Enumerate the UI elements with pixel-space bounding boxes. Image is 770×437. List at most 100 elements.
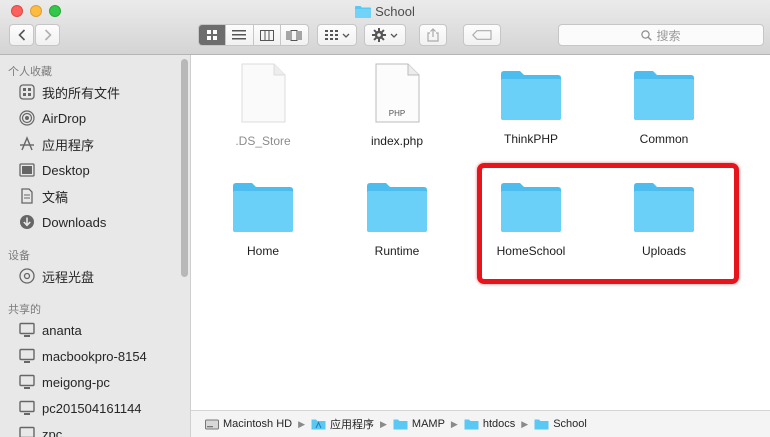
disc-icon: [18, 267, 36, 285]
view-mode-control: [198, 24, 309, 46]
sidebar-scrollbar[interactable]: [181, 59, 188, 277]
applications-icon: [18, 135, 36, 153]
back-button[interactable]: [9, 24, 34, 46]
sidebar-header-shared: 共享的: [8, 304, 41, 316]
icon-view-button[interactable]: [199, 25, 227, 45]
chevron-left-icon: [17, 29, 25, 41]
document-icon: [241, 63, 286, 123]
arrange-grid-icon: [324, 30, 338, 40]
tags-button[interactable]: [463, 24, 501, 46]
arrange-button[interactable]: [317, 24, 357, 46]
sidebar-item-label: Desktop: [42, 162, 90, 178]
folder-icon: [464, 419, 479, 430]
sidebar-item-airdrop[interactable]: AirDrop: [18, 108, 86, 128]
all-files-icon: [18, 83, 36, 101]
folder-icon: [233, 183, 293, 232]
applications-folder-icon: [311, 419, 326, 430]
sidebar-item-label: macbookpro-8154: [42, 348, 147, 364]
file-name: Home: [246, 244, 279, 258]
sidebar-item-label: zpc: [42, 426, 63, 437]
sidebar-item-label: 应用程序: [42, 137, 95, 153]
computer-icon: [18, 399, 36, 417]
sidebar-item-label: pc201504161144: [42, 400, 142, 416]
hard-drive-icon: [205, 419, 219, 430]
search-placeholder: 搜索: [656, 28, 681, 43]
desktop-icon: [18, 161, 36, 179]
path-crumb-mamp[interactable]: MAMP: [393, 418, 445, 430]
sidebar: 个人收藏 我的所有文件 AirDrop 应用程序 Desktop 文稿 Down…: [0, 55, 191, 437]
chevron-down-icon: [390, 33, 398, 38]
toolbar: School 搜索: [0, 0, 770, 55]
finder-window: School 搜索 个人收藏 我的所有文件 AirDrop 应用程序 Deskt…: [0, 0, 770, 437]
path-separator-icon: ▶: [521, 418, 529, 429]
grid-icon: [207, 30, 218, 40]
sidebar-item-desktop[interactable]: Desktop: [18, 160, 90, 180]
list-icon: [232, 30, 247, 40]
chevron-down-icon: [342, 33, 349, 38]
sidebar-item-documents[interactable]: 文稿: [18, 186, 68, 206]
sidebar-item-label: 文稿: [42, 189, 69, 205]
folder-icon: [393, 419, 408, 430]
sidebar-item-macbookpro-8154[interactable]: macbookpro-8154: [18, 346, 147, 366]
sidebar-item-meigong-pc[interactable]: meigong-pc: [18, 372, 110, 392]
file-item-index-php[interactable]: PHP index.php: [337, 63, 457, 148]
sidebar-header-favorites: 个人收藏: [8, 66, 52, 78]
path-crumb-applications[interactable]: 应用程序: [311, 416, 374, 432]
highlight-annotation: [477, 163, 739, 284]
php-badge: PHP: [389, 109, 405, 118]
forward-button[interactable]: [35, 24, 60, 46]
airdrop-icon: [18, 109, 36, 127]
sidebar-item-pc201504161144[interactable]: pc201504161144: [18, 398, 142, 418]
sidebar-item-zpc[interactable]: zpc: [18, 424, 62, 437]
sidebar-item-label: meigong-pc: [42, 374, 110, 390]
tag-icon: [472, 30, 492, 40]
sidebar-item-downloads[interactable]: Downloads: [18, 212, 106, 232]
path-separator-icon: ▶: [380, 418, 387, 429]
computer-icon: [18, 373, 36, 391]
cover-flow-view-button[interactable]: [281, 25, 308, 45]
php-file-icon: PHP: [375, 63, 420, 123]
sidebar-header-devices: 设备: [8, 250, 30, 262]
folder-item-thinkphp[interactable]: ThinkPHP: [471, 69, 591, 146]
sidebar-item-label: AirDrop: [42, 110, 87, 126]
window-title: School: [0, 3, 770, 20]
path-crumb-school[interactable]: School: [534, 418, 587, 430]
folder-icon: [355, 5, 372, 22]
action-button[interactable]: [364, 24, 406, 46]
folder-item-runtime[interactable]: Runtime: [337, 181, 457, 258]
file-name: index.php: [370, 134, 424, 148]
path-crumb-macintosh-hd[interactable]: Macintosh HD: [205, 418, 292, 430]
column-view-button[interactable]: [254, 25, 281, 45]
list-view-button[interactable]: [226, 25, 254, 45]
gear-icon: [372, 28, 386, 42]
path-bar: Macintosh HD ▶ 应用程序 ▶ MAMP ▶ htdocs ▶ Sc…: [191, 410, 770, 437]
folder-item-home[interactable]: Home: [203, 181, 323, 258]
computer-icon: [18, 425, 36, 437]
sidebar-item-all-files[interactable]: 我的所有文件: [18, 82, 120, 102]
sidebar-item-label: ananta: [42, 322, 82, 338]
file-name: ThinkPHP: [503, 132, 559, 146]
sidebar-item-label: 远程光盘: [42, 269, 95, 285]
downloads-icon: [18, 213, 36, 231]
file-name: Common: [639, 132, 689, 146]
file-name: .DS_Store: [235, 134, 291, 148]
chevron-right-icon: [44, 29, 52, 41]
share-icon: [427, 28, 439, 42]
search-icon: [641, 29, 653, 41]
share-button[interactable]: [419, 24, 447, 46]
sidebar-item-remote-disc[interactable]: 远程光盘: [18, 266, 94, 286]
sidebar-item-ananta[interactable]: ananta: [18, 320, 82, 340]
path-separator-icon: ▶: [298, 418, 305, 429]
search-field[interactable]: 搜索: [558, 24, 764, 46]
computer-icon: [18, 347, 36, 365]
path-crumb-htdocs[interactable]: htdocs: [464, 418, 515, 430]
sidebar-item-label: 我的所有文件: [42, 85, 121, 101]
file-item-ds-store[interactable]: .DS_Store: [203, 63, 323, 148]
columns-icon: [259, 29, 274, 41]
sidebar-item-applications[interactable]: 应用程序: [18, 134, 94, 154]
folder-icon: [634, 71, 694, 120]
path-separator-icon: ▶: [450, 418, 458, 429]
folder-item-common[interactable]: Common: [604, 69, 724, 146]
folder-icon: [367, 183, 427, 232]
sidebar-item-label: Downloads: [42, 214, 107, 230]
